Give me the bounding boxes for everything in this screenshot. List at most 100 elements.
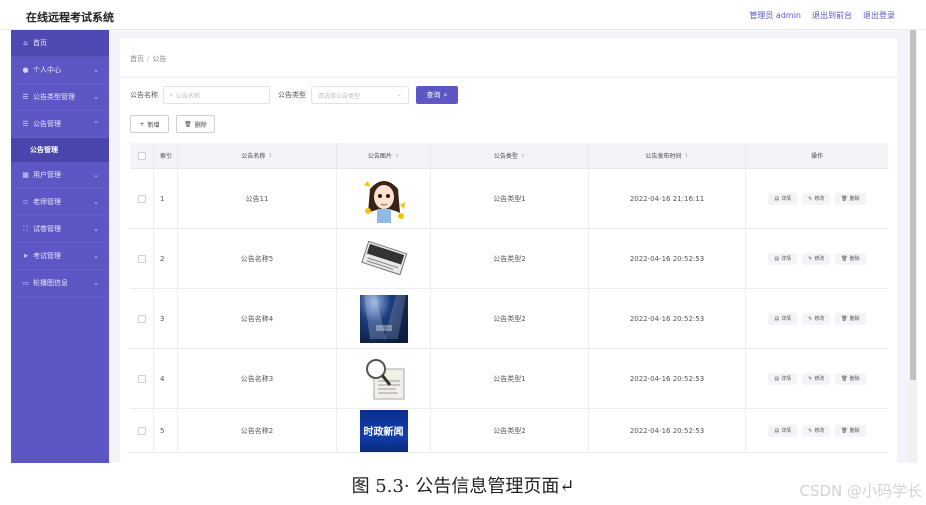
edit-button[interactable]: ✎ 修改	[802, 372, 831, 385]
delete-button[interactable]: 🗑 删除	[835, 312, 866, 325]
sidebar: ⌂ 首页 ● 个人中心 ⌄ ☰ 公告类型管理 ⌄ ☰ 公告管理 ⌃ 公告管理 ▦…	[11, 30, 109, 463]
watermark: CSDN @小码学长	[799, 482, 922, 500]
send-icon: ➤	[22, 252, 29, 260]
row-checkbox[interactable]	[137, 314, 146, 323]
row-type: 公告类型1	[431, 349, 589, 408]
row-ops: ▤ 详情 ✎ 修改 🗑 删除	[746, 229, 888, 288]
row-checkbox[interactable]	[137, 254, 146, 263]
banner-text: 时政新闻	[363, 427, 404, 438]
detail-button[interactable]: ▤ 详情	[768, 252, 798, 265]
row-ops: ▤ 详情 ✎ 修改 🗑 删除	[746, 409, 888, 452]
sidebar-item-users[interactable]: ▦ 用户管理 ⌄	[11, 162, 109, 189]
sidebar-item-home[interactable]: ⌂ 首页	[11, 30, 109, 57]
header-name-label: 公告名称	[241, 153, 266, 160]
sidebar-item-papers[interactable]: ⛶ 试卷管理 ⌄	[11, 216, 109, 243]
row-name: 公告名称3	[178, 349, 337, 408]
header-image[interactable]: 公告图片 ⇕	[337, 143, 431, 168]
chevron-down-icon: ⌄	[93, 171, 99, 179]
filter-bar: 公告名称 ⌕ 公告名称 公告类型 请选择公告类型 ⌄ 查询 ⌕	[130, 86, 458, 104]
detail-button[interactable]: ▤ 详情	[768, 372, 798, 385]
admin-user-link[interactable]: 管理员 admin	[749, 10, 801, 21]
edit-button[interactable]: ✎ 修改	[802, 424, 831, 437]
batch-delete-button[interactable]: 🗑 删除	[176, 115, 215, 133]
add-button-label: 新增	[147, 121, 160, 129]
row-image-cell: 时政新闻	[337, 409, 431, 452]
type-select-placeholder: 请选择公告类型	[318, 92, 361, 100]
sidebar-item-label: 首页	[33, 39, 47, 47]
detail-button[interactable]: ▤ 详情	[768, 424, 798, 437]
logout-link[interactable]: 退出登录	[863, 10, 895, 21]
edit-label: 修改	[814, 256, 825, 262]
sidebar-item-teachers[interactable]: ▫ 老师管理 ⌄	[11, 189, 109, 216]
home-icon: ⌂	[23, 39, 28, 47]
chevron-down-icon: ⌄	[396, 91, 402, 98]
row-name: 公告名称4	[178, 289, 337, 348]
trash-icon: 🗑	[841, 375, 848, 382]
sidebar-item-profile[interactable]: ● 个人中心 ⌄	[11, 57, 109, 84]
header-index: 索引	[154, 143, 178, 168]
delete-button[interactable]: 🗑 删除	[835, 372, 866, 385]
sidebar-item-notice-type[interactable]: ☰ 公告类型管理 ⌄	[11, 84, 109, 111]
detail-label: 详情	[781, 428, 792, 434]
header-type[interactable]: 公告类型 ⇕	[431, 143, 589, 168]
table-row: 4 公告名称3 公告类型1 2022-04-16 20:52:53 ▤ 详情 ✎…	[130, 349, 888, 409]
select-all-checkbox[interactable]	[137, 151, 146, 160]
search-button[interactable]: 查询 ⌕	[416, 86, 458, 104]
edit-icon: ✎	[808, 255, 813, 262]
vertical-scrollbar[interactable]	[909, 30, 917, 463]
row-select-cell	[130, 289, 154, 348]
frame-icon: ⛶	[23, 224, 28, 233]
trash-icon: 🗑	[841, 315, 848, 322]
sidebar-item-exams[interactable]: ➤ 考试管理 ⌄	[11, 243, 109, 270]
delete-button[interactable]: 🗑 删除	[835, 192, 866, 205]
cartoon-girl-image	[359, 174, 408, 223]
delete-button[interactable]: 🗑 删除	[835, 252, 866, 265]
row-image-cell	[337, 289, 431, 348]
edit-icon: ✎	[808, 375, 813, 382]
table-row: 5 公告名称2 时政新闻 公告类型2 2022-04-16 20:52:53 ▤…	[130, 409, 888, 453]
user-icon: ●	[22, 66, 29, 74]
grid-icon: ▦	[22, 171, 29, 179]
name-filter-label: 公告名称	[130, 91, 158, 99]
file-icon: ▫	[23, 198, 28, 206]
notice-table: 索引 公告名称 ⇕ 公告图片 ⇕ 公告类型 ⇕ 公告发布时间 ⇕ 操作 1 公告11	[130, 143, 888, 453]
delete-button[interactable]: 🗑 删除	[835, 424, 866, 437]
row-index: 1	[154, 169, 178, 228]
detail-label: 详情	[781, 196, 792, 202]
row-checkbox[interactable]	[137, 426, 146, 435]
sidebar-subitem-notice[interactable]: 公告管理	[11, 138, 109, 162]
detail-button[interactable]: ▤ 详情	[768, 312, 798, 325]
add-button[interactable]: + 新增	[130, 115, 169, 133]
table-header: 索引 公告名称 ⇕ 公告图片 ⇕ 公告类型 ⇕ 公告发布时间 ⇕ 操作	[130, 143, 888, 169]
header-name[interactable]: 公告名称 ⇕	[178, 143, 337, 168]
plus-icon: +	[139, 120, 145, 128]
chevron-down-icon: ⌄	[93, 93, 99, 101]
detail-button[interactable]: ▤ 详情	[768, 192, 798, 205]
chevron-down-icon: ⌄	[93, 252, 99, 260]
breadcrumb-home[interactable]: 首页	[130, 55, 144, 63]
row-checkbox[interactable]	[137, 374, 146, 383]
type-filter-label: 公告类型	[278, 91, 306, 99]
image-icon: ▭	[22, 279, 29, 287]
row-ops: ▤ 详情 ✎ 修改 🗑 删除	[746, 169, 888, 228]
type-select[interactable]: 请选择公告类型 ⌄	[311, 86, 409, 104]
delete-label: 删除	[849, 256, 860, 262]
row-checkbox[interactable]	[137, 194, 146, 203]
row-image-cell	[337, 229, 431, 288]
exit-to-frontend-link[interactable]: 退出到前台	[812, 10, 852, 21]
row-ops-group: ▤ 详情 ✎ 修改 🗑 删除	[768, 192, 866, 205]
scrollbar-thumb[interactable]	[910, 30, 916, 380]
header-time[interactable]: 公告发布时间 ⇕	[589, 143, 746, 168]
sidebar-item-notice[interactable]: ☰ 公告管理 ⌃	[11, 111, 109, 138]
breadcrumb-separator: /	[147, 55, 150, 63]
edit-button[interactable]: ✎ 修改	[802, 192, 831, 205]
row-time: 2022-04-16 20:52:53	[589, 229, 746, 288]
name-search-input[interactable]: ⌕ 公告名称	[163, 86, 270, 104]
edit-button[interactable]: ✎ 修改	[802, 252, 831, 265]
edit-icon: ✎	[808, 315, 813, 322]
sidebar-item-carousel[interactable]: ▭ 轮播图信息 ⌄	[11, 270, 109, 297]
name-input-placeholder: 公告名称	[175, 92, 200, 100]
detail-icon: ▤	[774, 427, 780, 434]
row-image-cell	[337, 169, 431, 228]
edit-button[interactable]: ✎ 修改	[802, 312, 831, 325]
